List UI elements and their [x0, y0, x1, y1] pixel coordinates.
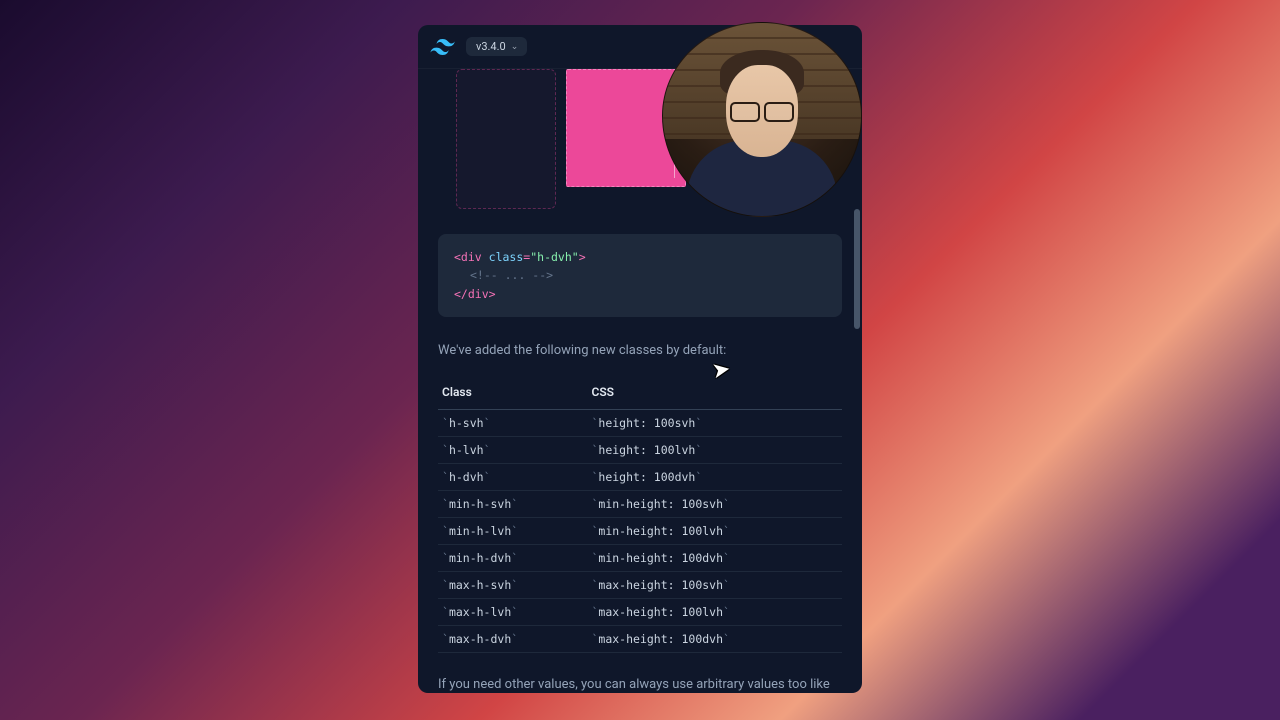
class-cell: max-h-svh — [438, 571, 587, 598]
css-cell: min-height: 100dvh — [587, 544, 842, 571]
table-row: max-h-svhmax-height: 100svh — [438, 571, 842, 598]
css-cell: min-height: 100svh — [587, 490, 842, 517]
css-cell: max-height: 100lvh — [587, 598, 842, 625]
class-cell: h-lvh — [438, 436, 587, 463]
chevron-down-icon: ⌄ — [511, 42, 519, 52]
css-cell: height: 100dvh — [587, 463, 842, 490]
outro-paragraphs: If you need other values, you can always… — [438, 675, 842, 693]
table-row: min-h-lvhmin-height: 100lvh — [438, 517, 842, 544]
css-cell: max-height: 100dvh — [587, 625, 842, 652]
code-example[interactable]: <div class="h-dvh"> <!-- ... --> </div> — [438, 234, 842, 317]
table-row: min-h-dvhmin-height: 100dvh — [438, 544, 842, 571]
class-cell: max-h-lvh — [438, 598, 587, 625]
table-row: max-h-dvhmax-height: 100dvh — [438, 625, 842, 652]
code-token: class — [489, 250, 524, 264]
table-header-class: Class — [438, 379, 587, 410]
class-cell: min-h-svh — [438, 490, 587, 517]
table-row: h-dvhheight: 100dvh — [438, 463, 842, 490]
version-label: v3.4.0 — [476, 40, 506, 53]
css-cell: height: 100lvh — [587, 436, 842, 463]
class-cell: h-dvh — [438, 463, 587, 490]
intro-paragraph: We've added the following new classes by… — [438, 341, 842, 361]
code-token: </div> — [454, 287, 496, 301]
code-token: h-dvh — [537, 250, 572, 264]
tailwind-logo-icon[interactable] — [430, 39, 456, 55]
table-row: max-h-lvhmax-height: 100lvh — [438, 598, 842, 625]
outro-text: If you need other values, you can always… — [438, 677, 830, 692]
class-cell: min-h-dvh — [438, 544, 587, 571]
class-cell: max-h-dvh — [438, 625, 587, 652]
webcam-person-glasses — [730, 102, 794, 120]
css-cell: min-height: 100lvh — [587, 517, 842, 544]
version-selector[interactable]: v3.4.0 ⌄ — [466, 37, 527, 56]
classes-table: Class CSS h-svhheight: 100svhh-lvhheight… — [438, 379, 842, 653]
webcam-overlay — [662, 22, 862, 217]
css-cell: max-height: 100svh — [587, 571, 842, 598]
scrollbar-thumb[interactable] — [854, 209, 860, 329]
table-row: min-h-svhmin-height: 100svh — [438, 490, 842, 517]
code-token: <div — [454, 250, 482, 264]
table-row: h-lvhheight: 100lvh — [438, 436, 842, 463]
class-cell: h-svh — [438, 409, 587, 436]
class-cell: min-h-lvh — [438, 517, 587, 544]
scrollbar-track[interactable] — [854, 69, 860, 691]
css-cell: height: 100svh — [587, 409, 842, 436]
demo-viewport-outline — [456, 69, 556, 209]
code-token: <!-- ... --> — [470, 268, 553, 282]
table-row: h-svhheight: 100svh — [438, 409, 842, 436]
